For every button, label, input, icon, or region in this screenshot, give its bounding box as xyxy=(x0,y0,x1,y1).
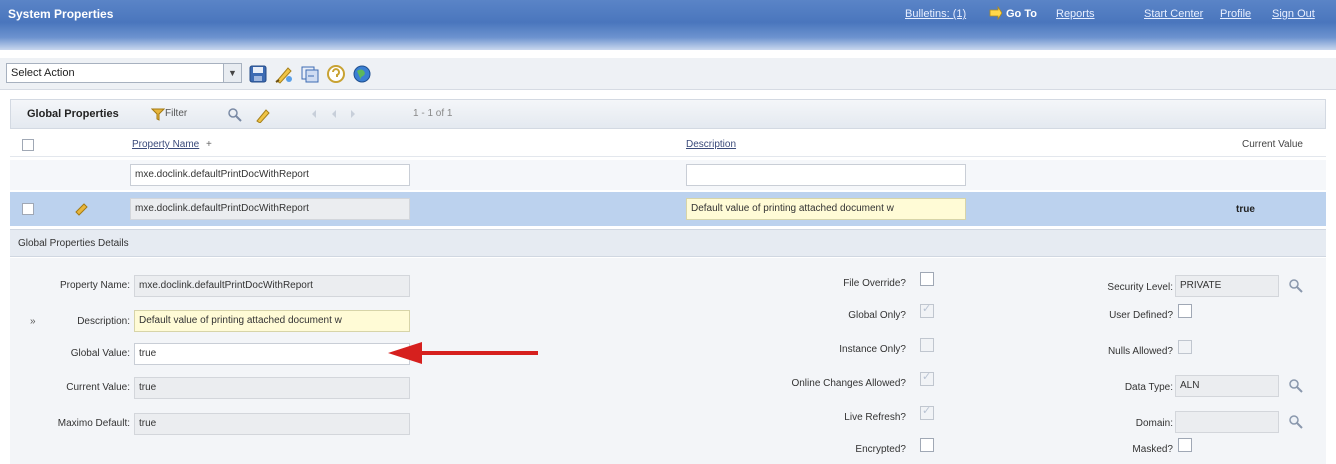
file-override-checkbox[interactable] xyxy=(920,272,934,286)
details-title: Global Properties Details xyxy=(18,238,129,249)
encrypted-label: Encrypted? xyxy=(855,444,906,455)
live-refresh-label: Live Refresh? xyxy=(844,412,906,423)
row-property-name: mxe.doclink.defaultPrintDocWithReport xyxy=(130,198,410,220)
maximo-default-field: true xyxy=(134,413,410,435)
data-type-field: ALN xyxy=(1175,375,1279,397)
clear-filter-icon[interactable] xyxy=(255,107,271,126)
go-to-link[interactable]: Go To xyxy=(1006,8,1037,20)
start-center-link[interactable]: Start Center xyxy=(1144,8,1203,20)
select-action-dropdown[interactable]: Select Action xyxy=(6,63,242,83)
column-header-current-value: Current Value xyxy=(1242,139,1303,150)
sign-out-link[interactable]: Sign Out xyxy=(1272,8,1315,20)
edit-pencil-icon xyxy=(74,202,90,219)
security-level-lookup-icon[interactable] xyxy=(1288,278,1304,294)
details-panel: Property Name: mxe.doclink.defaultPrintD… xyxy=(10,258,1326,464)
nulls-allowed-checkbox xyxy=(1178,340,1192,354)
profile-link[interactable]: Profile xyxy=(1220,8,1251,20)
search-icon[interactable] xyxy=(227,107,243,126)
chevron-down-icon[interactable]: ▼ xyxy=(223,64,241,82)
row-description: Default value of printing attached docum… xyxy=(686,198,966,220)
app-title: System Properties xyxy=(8,7,114,21)
sort-indicator: + xyxy=(206,139,212,150)
file-override-label: File Override? xyxy=(843,278,906,289)
user-defined-checkbox[interactable] xyxy=(1178,304,1192,318)
current-value-field: true xyxy=(134,377,410,399)
instance-only-checkbox xyxy=(920,338,934,352)
property-name-field: mxe.doclink.defaultPrintDocWithReport xyxy=(134,275,410,297)
security-level-label: Security Level: xyxy=(1107,282,1173,293)
reports-link[interactable]: Reports xyxy=(1056,8,1095,20)
online-changes-checkbox: ✓ xyxy=(920,371,934,386)
online-changes-label: Online Changes Allowed? xyxy=(791,378,906,389)
required-marker: » xyxy=(30,316,36,327)
data-type-label: Data Type: xyxy=(1124,382,1173,393)
row-checkbox[interactable] xyxy=(22,203,34,215)
row-current-value: true xyxy=(1236,204,1255,215)
clear-changes-icon[interactable] xyxy=(274,64,294,84)
previous-page-icon[interactable] xyxy=(311,109,371,119)
global-value-label: Global Value: xyxy=(70,348,130,359)
filter-row: mxe.doclink.defaultPrintDocWithReport xyxy=(10,160,1326,190)
global-only-checkbox: ✓ xyxy=(920,303,934,318)
title-bar: System Properties Bulletins: (1) Go To R… xyxy=(0,0,1336,50)
globe-icon[interactable] xyxy=(352,64,372,84)
live-refresh-icon[interactable] xyxy=(300,64,320,84)
select-all-checkbox[interactable] xyxy=(22,139,34,151)
help-icon[interactable] xyxy=(326,64,346,84)
global-value-field[interactable]: true xyxy=(134,343,410,365)
property-name-label: Property Name: xyxy=(59,280,130,291)
details-section-header: Global Properties Details xyxy=(10,229,1326,257)
description-field[interactable]: Default value of printing attached docum… xyxy=(134,310,410,332)
masked-checkbox[interactable] xyxy=(1178,438,1192,452)
data-type-lookup-icon[interactable] xyxy=(1288,378,1304,394)
domain-lookup-icon[interactable] xyxy=(1288,414,1304,430)
description-filter-input[interactable] xyxy=(686,164,966,186)
filter-link[interactable]: Filter xyxy=(165,108,187,119)
table-row[interactable]: mxe.doclink.defaultPrintDocWithReport De… xyxy=(10,192,1326,226)
masked-label: Masked? xyxy=(1132,444,1173,455)
user-defined-label: User Defined? xyxy=(1109,310,1173,321)
table-header-row: Property Name + Description Current Valu… xyxy=(10,133,1326,157)
save-icon[interactable] xyxy=(248,64,268,84)
annotation-arrow-head xyxy=(388,342,422,364)
property-name-filter-input[interactable]: mxe.doclink.defaultPrintDocWithReport xyxy=(130,164,410,186)
filter-icon[interactable] xyxy=(150,107,166,124)
global-only-label: Global Only? xyxy=(848,310,906,321)
column-header-description[interactable]: Description xyxy=(686,139,736,150)
pagination-count: 1 - 1 of 1 xyxy=(413,108,453,119)
bulletins-link[interactable]: Bulletins: (1) xyxy=(905,8,966,20)
domain-label: Domain: xyxy=(1135,418,1173,429)
maximo-default-label: Maximo Default: xyxy=(57,418,130,429)
current-value-label: Current Value: xyxy=(66,382,130,393)
instance-only-label: Instance Only? xyxy=(839,344,906,355)
global-properties-header: Global Properties Filter 1 - 1 of 1 xyxy=(10,99,1326,129)
annotation-arrow-shaft xyxy=(420,351,538,355)
column-header-property-name[interactable]: Property Name xyxy=(132,139,199,150)
domain-field xyxy=(1175,411,1279,433)
live-refresh-checkbox: ✓ xyxy=(920,405,934,420)
security-level-field: PRIVATE xyxy=(1175,275,1279,297)
go-to-icon xyxy=(988,5,1003,21)
description-label: Description: xyxy=(77,316,130,327)
nulls-allowed-label: Nulls Allowed? xyxy=(1107,346,1173,357)
toolbar: Select Action ▼ xyxy=(0,58,1336,90)
encrypted-checkbox[interactable] xyxy=(920,438,934,452)
section-title: Global Properties xyxy=(27,108,119,120)
